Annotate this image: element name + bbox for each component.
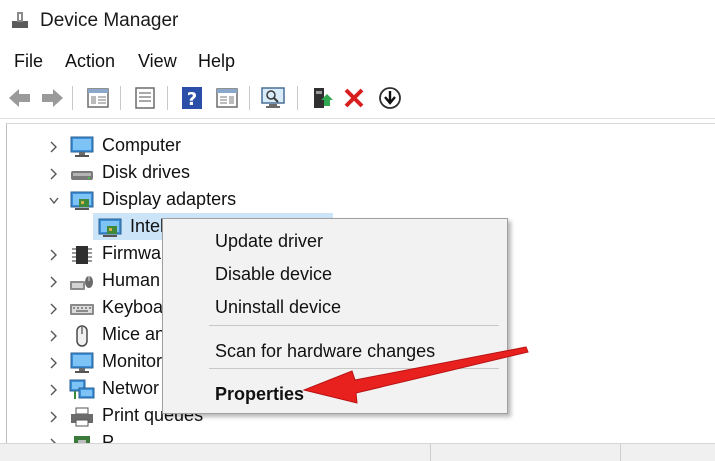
tree-item-label: Intel <box>130 216 165 236</box>
download-arrow-icon[interactable] <box>376 84 404 112</box>
window-title: Device Manager <box>40 10 179 31</box>
hid-icon <box>70 276 93 290</box>
tree-item-display-adapters[interactable]: Display adapters <box>7 187 707 214</box>
tree-item-label: Disk drives <box>102 162 191 182</box>
chevron-right-icon[interactable] <box>49 275 59 289</box>
status-divider <box>620 444 621 461</box>
svg-text:?: ? <box>187 89 197 110</box>
mouse-icon <box>76 325 88 347</box>
menu-separator <box>209 325 499 326</box>
menu-help[interactable]: Help <box>198 51 235 72</box>
toolbar-separator <box>120 86 121 110</box>
details-pane-icon[interactable] <box>213 84 241 112</box>
scan-hardware-icon[interactable] <box>259 84 287 112</box>
chevron-right-icon[interactable] <box>49 383 59 397</box>
menu-file[interactable]: File <box>14 51 43 72</box>
toolbar-separator <box>72 86 73 110</box>
tree-item-computer[interactable]: Computer <box>7 133 707 160</box>
menu-view[interactable]: View <box>138 51 177 72</box>
disk-drive-icon <box>71 171 93 180</box>
display-adapter-icon <box>70 191 94 210</box>
toolbar-separator <box>297 86 298 110</box>
printer-icon <box>71 407 93 427</box>
menu-item-update-driver[interactable]: Update driver <box>215 231 323 252</box>
chevron-right-icon[interactable] <box>49 140 59 154</box>
context-menu: Update driver Disable device Uninstall d… <box>162 218 508 414</box>
tree-item-disk-drives[interactable]: Disk drives <box>7 160 707 187</box>
menu-separator <box>209 368 499 369</box>
properties-icon[interactable] <box>131 84 159 112</box>
menu-item-uninstall-device[interactable]: Uninstall device <box>215 297 341 318</box>
menu-action[interactable]: Action <box>65 51 115 72</box>
uninstall-x-icon[interactable] <box>340 84 368 112</box>
monitor-icon <box>70 352 94 373</box>
chevron-right-icon[interactable] <box>49 248 59 262</box>
chevron-right-icon[interactable] <box>49 356 59 370</box>
back-arrow-icon[interactable] <box>6 84 34 112</box>
chevron-down-icon[interactable] <box>49 194 59 208</box>
update-driver-icon[interactable] <box>308 84 336 112</box>
tree-item-processors[interactable]: P <box>7 430 707 444</box>
title-bar: Device Manager <box>0 0 715 44</box>
help-icon[interactable]: ? <box>178 84 206 112</box>
computer-icon <box>70 136 94 157</box>
tree-item-label: Monitor <box>102 351 163 371</box>
tree-item-label: Human <box>102 270 161 290</box>
status-divider <box>430 444 431 461</box>
tree-item-label: Networ <box>102 378 160 398</box>
forward-arrow-icon[interactable] <box>38 84 66 112</box>
chevron-right-icon[interactable] <box>49 302 59 316</box>
tree-item-label: Firmwar <box>102 243 167 263</box>
chevron-right-icon[interactable] <box>49 410 59 424</box>
toolbar-separator <box>167 86 168 110</box>
display-adapter-icon <box>98 218 122 237</box>
tree-item-label: Keyboar <box>102 297 170 317</box>
firmware-icon <box>72 246 92 264</box>
status-bar <box>0 443 715 461</box>
menu-item-scan-hardware[interactable]: Scan for hardware changes <box>215 341 435 362</box>
tree-item-label: Mice an <box>102 324 166 344</box>
show-hide-tree-icon[interactable] <box>84 84 112 112</box>
tree-item-label: Display adapters <box>102 189 237 209</box>
toolbar: ? <box>0 78 715 119</box>
menu-bar: File Action View Help <box>0 44 715 78</box>
menu-item-properties[interactable]: Properties <box>215 384 304 405</box>
menu-item-disable-device[interactable]: Disable device <box>215 264 332 285</box>
tree-item-label: Computer <box>102 135 182 155</box>
keyboard-icon <box>70 304 94 315</box>
toolbar-separator <box>249 86 250 110</box>
device-manager-icon <box>12 12 28 28</box>
network-icon <box>69 379 95 399</box>
chevron-right-icon[interactable] <box>49 329 59 343</box>
chevron-right-icon[interactable] <box>49 167 59 181</box>
